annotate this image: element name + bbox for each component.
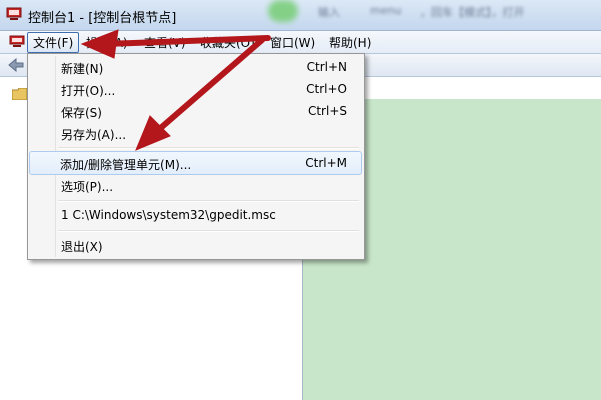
menu-item-label: 添加/删除管理单元(M)... bbox=[60, 158, 192, 172]
blurred-text-1: 输入 bbox=[318, 6, 340, 19]
folder-icon[interactable] bbox=[12, 88, 28, 100]
back-arrow-icon[interactable] bbox=[7, 57, 25, 73]
menu-item-shortcut: Ctrl+M bbox=[305, 156, 347, 170]
menu-separator bbox=[58, 200, 359, 202]
file-menu-dropdown: 新建(N) Ctrl+N 打开(O)... Ctrl+O 保存(S) Ctrl+… bbox=[27, 53, 365, 260]
menu-item-add-remove-snapin[interactable]: 添加/删除管理单元(M)... Ctrl+M bbox=[29, 151, 362, 175]
menu-item-shortcut: Ctrl+S bbox=[307, 104, 347, 118]
menu-item-save-as[interactable]: 另存为(A)... bbox=[30, 122, 361, 144]
menu-bar: 文件(F) 操作(A) 查看(V) 收藏夹(O) 窗口(W) 帮助(H) bbox=[0, 31, 601, 54]
title-bar: 控制台1 - [控制台根节点] 输入 menu ，回车【模式】，打开 bbox=[0, 0, 601, 31]
blurred-overlay bbox=[268, 0, 298, 22]
menu-item-save[interactable]: 保存(S) Ctrl+S bbox=[30, 100, 361, 122]
menu-help[interactable]: 帮助(H) bbox=[329, 34, 371, 51]
menu-separator bbox=[58, 230, 359, 232]
blurred-text-2: menu bbox=[370, 4, 402, 17]
menu-item-label: 选项(P)... bbox=[61, 180, 114, 194]
blurred-text-3: ，回车【模式】，打开 bbox=[420, 6, 525, 19]
mmc-console-icon bbox=[6, 7, 22, 20]
menu-separator bbox=[58, 147, 359, 149]
menu-item-open[interactable]: 打开(O)... Ctrl+O bbox=[30, 78, 361, 100]
menu-favorites[interactable]: 收藏夹(O) bbox=[200, 34, 255, 51]
menu-item-label: 退出(X) bbox=[61, 240, 103, 254]
menu-item-label: 打开(O)... bbox=[61, 84, 116, 98]
menu-item-label: 1 C:\Windows\system32\gpedit.msc bbox=[61, 208, 276, 222]
menu-window[interactable]: 窗口(W) bbox=[270, 34, 315, 51]
menu-action[interactable]: 操作(A) bbox=[86, 34, 128, 51]
menu-item-new[interactable]: 新建(N) Ctrl+N bbox=[30, 56, 361, 78]
menu-item-label: 新建(N) bbox=[61, 62, 104, 76]
menu-item-exit[interactable]: 退出(X) bbox=[30, 234, 361, 256]
menu-item-shortcut: Ctrl+O bbox=[306, 82, 347, 96]
menu-item-recent-file[interactable]: 1 C:\Windows\system32\gpedit.msc bbox=[30, 204, 361, 226]
menu-item-options[interactable]: 选项(P)... bbox=[30, 174, 361, 196]
menu-item-shortcut: Ctrl+N bbox=[306, 60, 347, 74]
menu-view[interactable]: 查看(V) bbox=[144, 34, 186, 51]
mmc-console-icon[interactable] bbox=[9, 35, 25, 48]
menu-item-label: 另存为(A)... bbox=[61, 128, 127, 142]
menu-item-label: 保存(S) bbox=[61, 106, 102, 120]
menu-file[interactable]: 文件(F) bbox=[27, 32, 80, 53]
window-title: 控制台1 - [控制台根节点] bbox=[28, 11, 177, 26]
